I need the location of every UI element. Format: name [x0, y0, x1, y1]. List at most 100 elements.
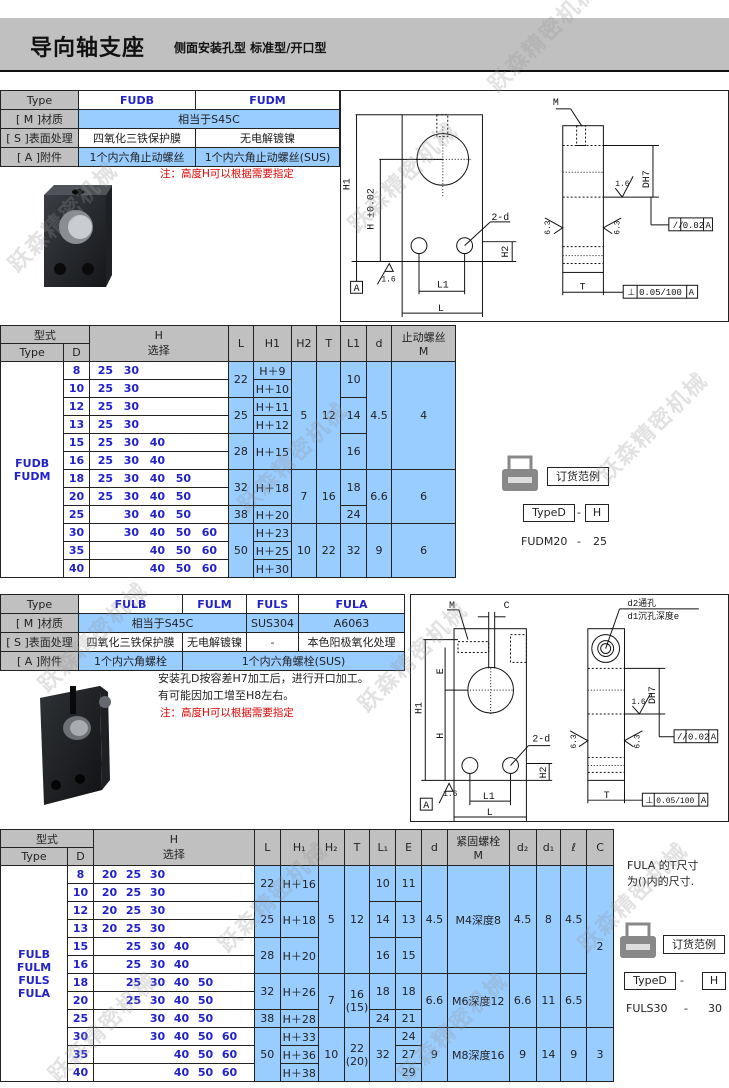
h-options: 25 30: [88, 379, 229, 398]
h1-cell: H＋25: [253, 541, 292, 560]
h-option: [222, 922, 246, 935]
d2-cell: 6.6: [508, 973, 537, 1028]
h-option: 30: [123, 526, 140, 539]
note-height-custom-2: 注：高度H可以根据需要指定: [160, 707, 294, 719]
spec-accessory-fudb: 1个内六角止动螺丝: [78, 147, 196, 167]
h-option: [102, 1066, 126, 1079]
h-option: 25: [125, 994, 142, 1007]
svg-text:1.6: 1.6: [631, 698, 645, 707]
tol-perp: 0.05/100: [639, 288, 682, 298]
h-option: 30: [123, 382, 140, 395]
label-t: T: [580, 281, 586, 292]
h2-cell: 7: [317, 973, 345, 1028]
technical-drawing-standard: H1 H ±0.02 2-d H2 L1 L A 1.6 M DH7 1.6 6…: [340, 90, 729, 322]
label-dh7: DH7: [641, 170, 652, 188]
h2-cell: 10: [317, 1027, 345, 1082]
h-option: 40: [173, 1048, 190, 1061]
d-cell: 20: [63, 487, 90, 506]
h-option: 40: [149, 436, 166, 449]
typewriter-icon: [620, 922, 656, 958]
h-options: 25 30: [88, 361, 229, 380]
order-box-h: H: [702, 972, 726, 990]
d-cell: 4.5: [421, 865, 448, 974]
spec-material-fuls: SUS304: [246, 613, 299, 633]
h-option: 30: [149, 958, 166, 971]
h-options: 30 40 50: [88, 505, 229, 524]
spec-surface-fuls: -: [246, 632, 299, 652]
h-option: [126, 1030, 150, 1043]
h-option: 50: [197, 994, 214, 1007]
spec-label-surface: [ S ]表面处理: [0, 632, 79, 652]
h2-cell: 5: [290, 361, 318, 470]
h-option: 25: [97, 436, 114, 449]
h-option: 30: [149, 904, 166, 917]
h-option: 50: [175, 490, 192, 503]
h-option: [150, 400, 176, 413]
h-option: [198, 940, 222, 953]
h-option: [222, 976, 246, 989]
h2-cell: 5: [317, 865, 345, 974]
h-option: 40: [173, 1030, 190, 1043]
h-option: 60: [221, 1066, 238, 1079]
label-m: M: [449, 600, 455, 611]
th-type: Type: [0, 847, 69, 866]
spec-label-accessory: [ A ]附件: [0, 651, 79, 671]
h-options: 40 50 60: [88, 541, 229, 560]
h1-cell: H＋20: [279, 937, 319, 974]
l-cell: 38: [227, 505, 255, 524]
h-option: [126, 1012, 150, 1025]
d-cell: 25: [63, 505, 90, 524]
dimension-table-open: 型式 H 选择 L H₁ H₂ T L₁ E d 紧固螺栓 M d₂ d₁ ℓ C …: [0, 829, 614, 1082]
label-l1: L1: [437, 279, 449, 290]
h-option: 40: [149, 544, 166, 557]
note-fula-t: FULA 的T尺寸 为()内的尺寸.: [627, 859, 699, 888]
h-option: [150, 382, 176, 395]
d-cell: 12: [63, 397, 90, 416]
svg-text:A: A: [706, 221, 712, 231]
h-option: 25: [125, 922, 142, 935]
h-option: 60: [201, 562, 218, 575]
spec-surface-fulb: 四氧化三铁保护膜: [78, 632, 183, 652]
th-h2: H₂: [317, 829, 345, 866]
h-option: [98, 544, 124, 557]
th-type: Type: [0, 343, 65, 362]
m-cell: 6: [391, 523, 456, 578]
h-option: [202, 382, 228, 395]
table-row: 18 25 30 40 50 32 H＋26 7 16 (15) 18 18 6.6 M6深度12 6.6 1…: [1, 973, 614, 1028]
th-model: 型式: [0, 829, 94, 848]
e-cell: 24: [395, 1027, 423, 1046]
l-cell: 25: [253, 901, 281, 938]
h-option: [202, 472, 228, 485]
l-cell: 22: [227, 361, 255, 398]
spec-accessory-others: 1个内六角螺栓(SUS): [182, 651, 405, 671]
spec-table-standard: Type FUDB FUDM [ M ]材质 相当于S45C [ S ]表面处理…: [0, 90, 340, 167]
h-options: 40 50 60: [92, 1063, 255, 1082]
d1-cell: 8: [535, 865, 562, 974]
d-cell: 15: [63, 433, 90, 452]
h-option: 50: [197, 1048, 214, 1061]
h-option: 30: [149, 976, 166, 989]
h-option: [176, 454, 202, 467]
h-option: 40: [149, 490, 166, 503]
spec-type-fudm: FUDM: [195, 90, 340, 110]
h-option: 20: [101, 868, 118, 881]
d-cell: 16: [63, 451, 90, 470]
h-option: [126, 1066, 150, 1079]
t-cell: 12: [343, 865, 371, 974]
h-option: [202, 364, 228, 377]
l-cell: 22: [253, 865, 281, 902]
l-cell: 50: [227, 523, 255, 578]
l1-cell: 24: [369, 1009, 397, 1028]
h-option: 40: [173, 976, 190, 989]
h-options: 20 25 30: [92, 865, 255, 884]
label-t: T: [604, 790, 610, 801]
h-option: 30: [123, 490, 140, 503]
l-cell: 50: [253, 1027, 281, 1082]
h-option: [102, 1048, 126, 1061]
m-cell: 6: [391, 469, 456, 524]
d2-cell: 9: [508, 1027, 537, 1082]
tol-parallel: 0.02: [683, 221, 704, 231]
h-options: 30 40 50 60: [92, 1027, 255, 1046]
h-options: 25 30 40 50: [92, 991, 255, 1010]
e-cell: 13: [395, 901, 423, 938]
